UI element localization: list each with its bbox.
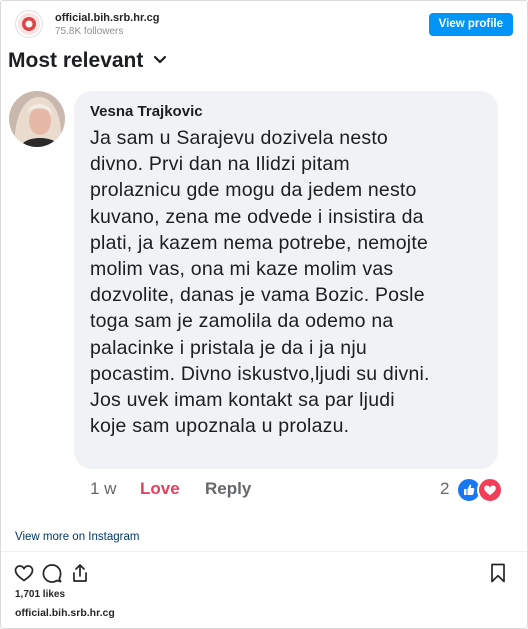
comment-line: Ja sam u Sarajevu dozivela nesto — [90, 127, 388, 149]
account-name[interactable]: official.bih.srb.hr.cg — [55, 12, 160, 24]
commenter-avatar — [9, 91, 65, 147]
comment-line: Jos uvek imam kontakt sa par ljudi — [90, 389, 395, 412]
view-more-link[interactable]: View more on Instagram — [15, 531, 139, 543]
comment-line: molim vas, ona mi kaze molim vas — [90, 258, 394, 281]
share-icon[interactable] — [69, 562, 91, 584]
comment-line: palacinke i pristala je da i ja nju — [90, 336, 367, 359]
chevron-down-icon — [153, 47, 167, 71]
comment-text: Ja sam u Sarajevu dozivela nesto divno. … — [90, 125, 490, 439]
comment-line: kuvano, zena me odvede i insistira da — [90, 205, 424, 228]
bookmark-icon[interactable] — [487, 562, 509, 584]
sort-dropdown: Most relevant — [8, 47, 167, 73]
love-action: Love — [140, 479, 180, 498]
footer-username[interactable]: official.bih.srb.hr.cg — [15, 607, 115, 619]
view-profile-button[interactable]: View profile — [428, 13, 513, 36]
comment-line: dozvolite, danas je vama Bozic. Posle — [90, 284, 425, 307]
comment-author: Vesna Trajkovic — [90, 103, 203, 120]
comment-line: prolaznicu gde mogu da jedem nesto — [90, 179, 417, 202]
instagram-embed: official.bih.srb.hr.cg 75.8K followers V… — [0, 0, 528, 629]
comment-line: plati, ja kazem nema potrebe, nemojte — [90, 231, 428, 254]
comment-line: toga sam je zamolila da odemo na — [90, 310, 394, 333]
divider — [1, 551, 527, 552]
heart-icon[interactable] — [13, 562, 35, 584]
sort-label: Most relevant — [8, 49, 144, 72]
comment-line: divno. Prvi dan na Ilidzi pitam — [90, 153, 350, 176]
reaction-count: 2 — [440, 479, 450, 498]
comment-time: 1 w — [90, 479, 117, 498]
account-avatar[interactable] — [15, 10, 43, 38]
comment-bubble: Vesna Trajkovic Ja sam u Sarajevu dozive… — [74, 91, 498, 469]
embed-header: official.bih.srb.hr.cg 75.8K followers V… — [15, 10, 513, 40]
comment-line: pocastim. Divno iskustvo,ljudi su divni. — [90, 362, 430, 385]
comment-line: koje sam upoznala u prolazu. — [90, 415, 350, 438]
post-image[interactable]: Most relevant Vesna Trajkovic Ja sam u S… — [2, 43, 526, 503]
heart-reaction-icon — [477, 477, 503, 503]
follower-count: 75.8K followers — [55, 26, 124, 37]
reply-action: Reply — [205, 479, 252, 498]
like-count[interactable]: 1,701 likes — [15, 589, 65, 600]
comment-icon[interactable] — [41, 562, 63, 584]
